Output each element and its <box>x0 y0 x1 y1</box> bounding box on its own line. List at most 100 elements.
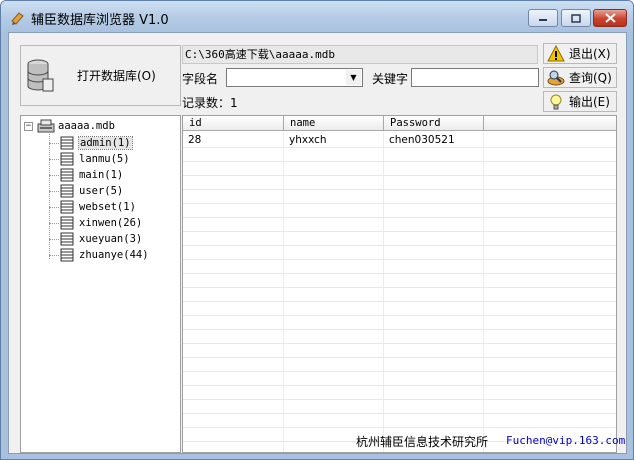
column-header[interactable]: Password <box>384 116 484 131</box>
grid-row-line <box>183 217 616 218</box>
grid-row-line <box>183 399 616 400</box>
tree-item-label: zhuanye(44) <box>79 249 149 261</box>
path-display: C:\360高速下载\aaaaa.mdb <box>182 45 538 64</box>
tree-connector <box>49 175 59 176</box>
grid-cell[interactable]: chen030521 <box>384 133 455 147</box>
grid-row-line <box>183 371 616 372</box>
tree-item-label: main(1) <box>79 169 124 181</box>
table-icon <box>60 216 74 230</box>
open-database-button[interactable]: 打开数据库(O) <box>20 45 181 106</box>
tree-connector <box>49 223 59 224</box>
tree-connector <box>49 191 59 192</box>
tree-item[interactable]: lanmu(5) <box>59 151 130 167</box>
close-icon <box>604 13 616 23</box>
tree-item[interactable]: user(5) <box>59 183 123 199</box>
grid-row-line <box>183 245 616 246</box>
client-area: 打开数据库(O) C:\360高速下载\aaaaa.mdb 字段名 ▼ 关键字 … <box>8 32 627 454</box>
maximize-icon <box>571 13 581 23</box>
tree-item-label: webset(1) <box>79 201 136 213</box>
grid-row-line <box>183 343 616 344</box>
tree-item[interactable]: main(1) <box>59 167 123 183</box>
table-tree[interactable]: − aaaaa.mdb admin(1) lanmu(5) main(1) user(… <box>20 115 181 453</box>
database-icon <box>37 119 55 133</box>
tree-item-label: xinwen(26) <box>79 217 143 229</box>
grid-row-line <box>183 273 616 274</box>
grid-row-line <box>183 189 616 190</box>
tree-connector <box>49 207 59 208</box>
tree-item-label: lanmu(5) <box>79 153 130 165</box>
table-icon <box>60 168 74 182</box>
grid-column-line <box>383 131 384 452</box>
footer-organization: 杭州辅臣信息技术研究所 <box>356 435 489 449</box>
grid-row-line <box>183 315 616 316</box>
query-button[interactable]: 查询(Q) <box>543 67 617 88</box>
tree-connector <box>49 159 59 160</box>
tree-root-label: aaaaa.mdb <box>58 120 115 132</box>
window-title: 辅臣数据库浏览器 V1.0 <box>31 13 169 28</box>
tree-connector <box>49 239 59 240</box>
tree-item-label: xueyuan(3) <box>79 233 143 245</box>
table-icon <box>60 184 74 198</box>
minimize-button[interactable] <box>528 9 558 27</box>
close-button[interactable] <box>593 9 627 27</box>
field-select[interactable]: ▼ <box>226 68 363 87</box>
tree-item-label: user(5) <box>79 185 124 197</box>
tree-item[interactable]: webset(1) <box>59 199 136 215</box>
minimize-icon <box>539 19 547 21</box>
title-bar[interactable]: 辅臣数据库浏览器 V1.0 <box>1 1 633 33</box>
grid-row-line <box>183 301 616 302</box>
grid-row-line <box>183 427 616 428</box>
tree-connector <box>49 143 59 144</box>
tree-item-label: admin(1) <box>78 136 133 150</box>
tree-item[interactable]: admin(1) <box>59 135 133 151</box>
grid-row-line <box>183 147 616 148</box>
database-icon <box>27 59 54 91</box>
grid-row-line <box>183 175 616 176</box>
table-icon <box>60 232 74 246</box>
dropdown-arrow-icon[interactable]: ▼ <box>346 70 361 85</box>
app-window: 辅臣数据库浏览器 V1.0 打开数据库(O) C:\360高速下载\aaaaa.… <box>0 0 634 460</box>
tree-item[interactable]: xinwen(26) <box>59 215 142 231</box>
grid-column-line <box>283 131 284 452</box>
column-header-filler <box>484 116 616 131</box>
column-header[interactable]: name <box>284 116 384 131</box>
grid-row-line <box>183 287 616 288</box>
exit-label: 退出(X) <box>569 47 611 61</box>
table-icon <box>60 248 74 262</box>
table-icon <box>60 200 74 214</box>
query-label: 查询(Q) <box>569 71 612 85</box>
lightbulb-icon <box>550 94 562 109</box>
search-icon <box>547 70 565 85</box>
column-header[interactable]: id <box>183 116 284 131</box>
table-icon <box>60 136 74 150</box>
data-grid[interactable]: id name Password 28 yhxxch chen030521 <box>182 115 617 453</box>
tree-item[interactable]: xueyuan(3) <box>59 231 142 247</box>
grid-row-line <box>183 231 616 232</box>
footer-email-link[interactable]: Fuchen@vip.163.com <box>506 434 625 447</box>
tree-connector <box>49 255 59 256</box>
grid-cell[interactable]: yhxxch <box>284 133 327 147</box>
grid-row-line <box>183 385 616 386</box>
record-count: 记录数：1 <box>182 96 238 110</box>
exit-button[interactable]: 退出(X) <box>543 43 617 64</box>
grid-cell[interactable]: 28 <box>183 133 201 147</box>
tree-item[interactable]: zhuanye(44) <box>59 247 149 263</box>
table-icon <box>60 152 74 166</box>
grid-column-line <box>483 131 484 452</box>
maximize-button[interactable] <box>561 9 591 27</box>
grid-row-line <box>183 357 616 358</box>
collapse-icon[interactable]: − <box>24 121 33 131</box>
tree-root[interactable]: − aaaaa.mdb <box>24 117 115 135</box>
keyword-label: 关键字 <box>372 72 409 86</box>
keyword-input[interactable] <box>411 68 539 87</box>
grid-row-line <box>183 259 616 260</box>
grid-row-line <box>183 329 616 330</box>
grid-row-line <box>183 203 616 204</box>
field-label: 字段名 <box>182 72 219 86</box>
export-button[interactable]: 输出(E) <box>543 91 617 112</box>
grid-row-line <box>183 161 616 162</box>
open-database-label: 打开数据库(O) <box>77 69 156 83</box>
tree-connector <box>49 134 50 259</box>
grid-row-line <box>183 413 616 414</box>
warning-icon <box>547 44 565 61</box>
